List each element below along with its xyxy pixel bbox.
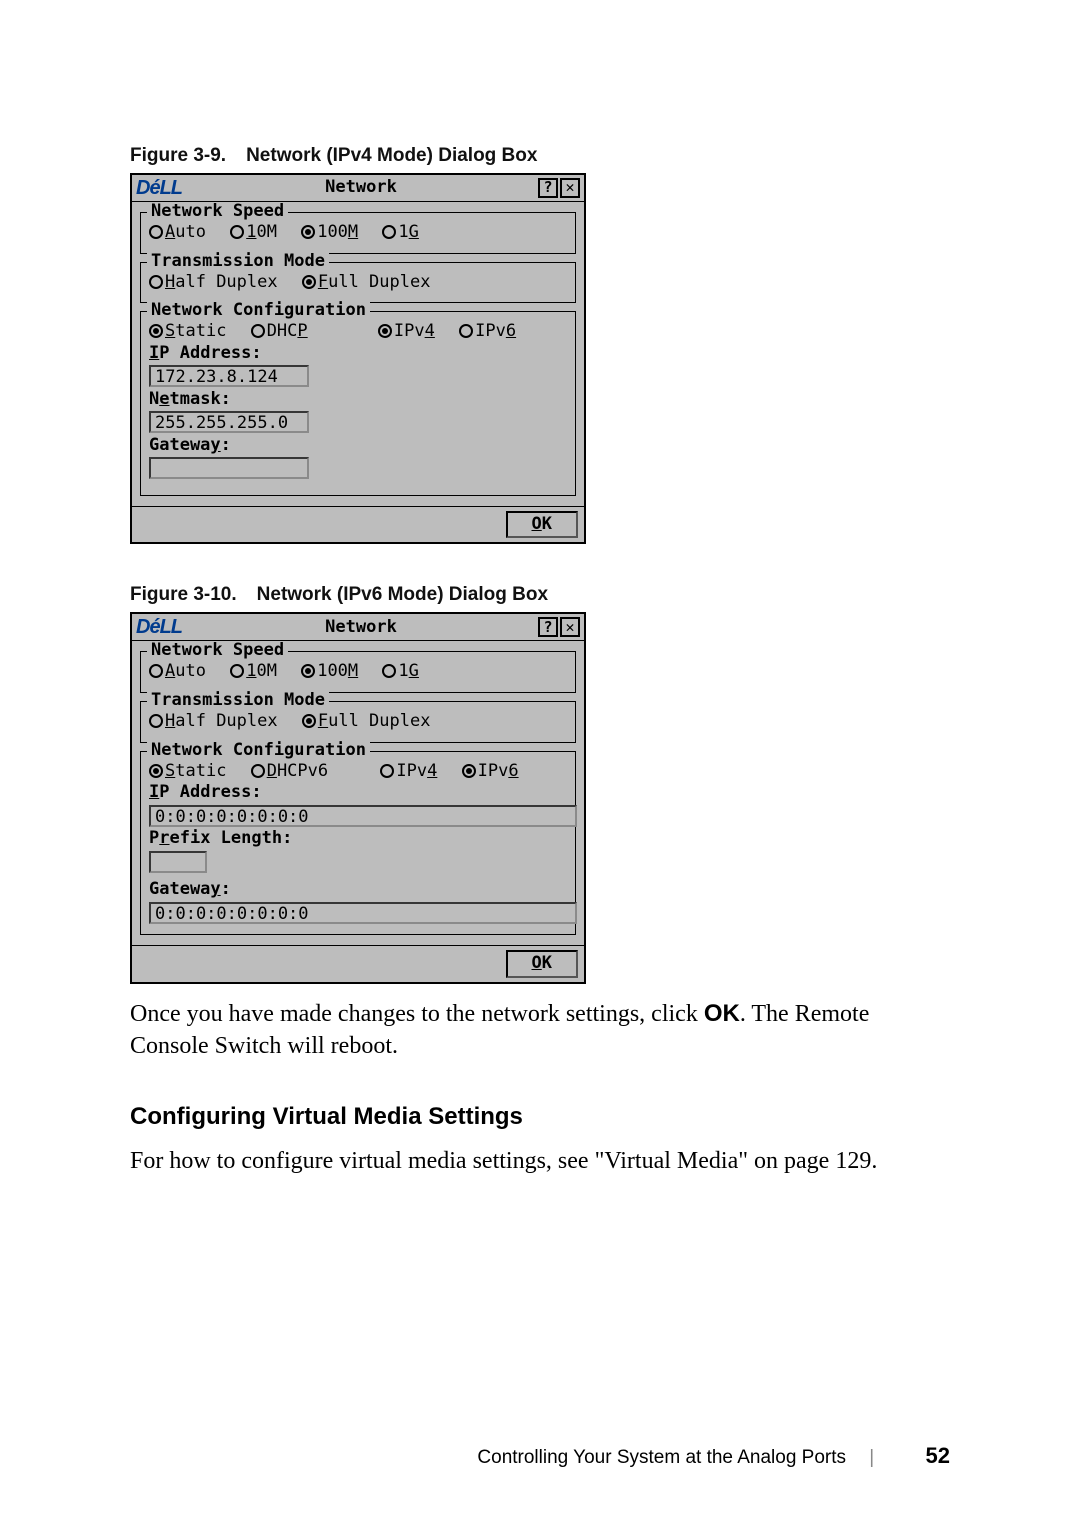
network-config-group: Network Configuration Static DHCPv6 IPv4… (140, 751, 576, 936)
titlebar: DéLL Network ? ✕ (132, 614, 584, 641)
footer-separator: | (869, 1447, 874, 1468)
figure-9-title: Network (IPv4 Mode) Dialog Box (246, 145, 537, 166)
network-dialog-ipv6: DéLL Network ? ✕ Network Speed Auto 10M … (130, 612, 586, 983)
ok-button[interactable]: OK (506, 950, 579, 978)
netmask-input[interactable]: 255.255.255.0 (149, 411, 309, 433)
gateway-input[interactable]: 0:0:0:0:0:0:0:0 (149, 902, 577, 924)
speed-auto-label: A (165, 222, 175, 242)
close-button[interactable]: ✕ (560, 617, 580, 637)
speed-100m-radio[interactable] (301, 664, 315, 678)
transmission-mode-legend: Transmission Mode (147, 252, 329, 272)
titlebar: DéLL Network ? ✕ (132, 175, 584, 202)
footer-page-number: 52 (926, 1443, 950, 1468)
speed-1g-radio[interactable] (382, 225, 396, 239)
dell-logo: DéLL (136, 616, 182, 639)
ok-bar: OK (132, 506, 584, 543)
figure-10-title: Network (IPv6 Mode) Dialog Box (257, 584, 548, 605)
dialog-title: Network (186, 178, 536, 198)
ipv4-radio[interactable] (378, 324, 392, 338)
figure-10-caption: Figure 3-10. Network (IPv6 Mode) Dialog B… (130, 584, 950, 606)
network-config-group: Network Configuration Static DHCP IPv4 I… (140, 311, 576, 496)
speed-auto-radio[interactable] (149, 664, 163, 678)
help-button[interactable]: ? (538, 617, 558, 637)
dhcp-radio[interactable] (251, 324, 265, 338)
network-speed-group: Network Speed Auto 10M 100M 1G (140, 651, 576, 693)
ip-address-input[interactable]: 0:0:0:0:0:0:0:0 (149, 805, 577, 827)
transmission-mode-group: Transmission Mode Half Duplex Full Duple… (140, 701, 576, 743)
close-button[interactable]: ✕ (560, 178, 580, 198)
speed-100m-radio[interactable] (301, 225, 315, 239)
ipv4-radio[interactable] (380, 764, 394, 778)
network-config-legend: Network Configuration (147, 741, 370, 761)
gateway-input[interactable] (149, 457, 309, 479)
figure-9-prefix: Figure 3-9. (130, 145, 226, 166)
static-radio[interactable] (149, 324, 163, 338)
half-duplex-radio[interactable] (149, 714, 163, 728)
transmission-mode-group: Transmission Mode Half Duplex Full Duple… (140, 262, 576, 304)
network-dialog-ipv4: DéLL Network ? ✕ Network Speed Auto 10M … (130, 173, 586, 544)
speed-10m-radio[interactable] (230, 664, 244, 678)
network-speed-legend: Network Speed (147, 641, 288, 661)
half-duplex-radio[interactable] (149, 275, 163, 289)
full-duplex-radio[interactable] (302, 275, 316, 289)
speed-1g-radio[interactable] (382, 664, 396, 678)
full-duplex-radio[interactable] (302, 714, 316, 728)
network-speed-group: Network Speed Auto 10M 100M 1G (140, 212, 576, 254)
ip-address-input[interactable]: 172.23.8.124 (149, 365, 309, 387)
network-config-legend: Network Configuration (147, 301, 370, 321)
network-speed-legend: Network Speed (147, 202, 288, 222)
figure-10-prefix: Figure 3-10. (130, 584, 237, 605)
ipv6-radio[interactable] (462, 764, 476, 778)
dhcpv6-radio[interactable] (251, 764, 265, 778)
ok-bar: OK (132, 945, 584, 982)
body-paragraph-1: Once you have made changes to the networ… (130, 998, 950, 1063)
speed-auto-radio[interactable] (149, 225, 163, 239)
ok-button[interactable]: OK (506, 511, 579, 539)
speed-10m-radio[interactable] (230, 225, 244, 239)
ipv6-radio[interactable] (459, 324, 473, 338)
body-paragraph-2: For how to configure virtual media setti… (130, 1145, 950, 1177)
help-button[interactable]: ? (538, 178, 558, 198)
page-footer: Controlling Your System at the Analog Po… (477, 1443, 950, 1469)
section-heading: Configuring Virtual Media Settings (130, 1103, 950, 1131)
prefix-length-input[interactable] (149, 851, 207, 873)
footer-section: Controlling Your System at the Analog Po… (477, 1447, 846, 1468)
dialog-title: Network (186, 618, 536, 638)
figure-9-caption: Figure 3-9. Network (IPv4 Mode) Dialog Bo… (130, 145, 950, 167)
static-radio[interactable] (149, 764, 163, 778)
transmission-mode-legend: Transmission Mode (147, 691, 329, 711)
dell-logo: DéLL (136, 177, 182, 200)
